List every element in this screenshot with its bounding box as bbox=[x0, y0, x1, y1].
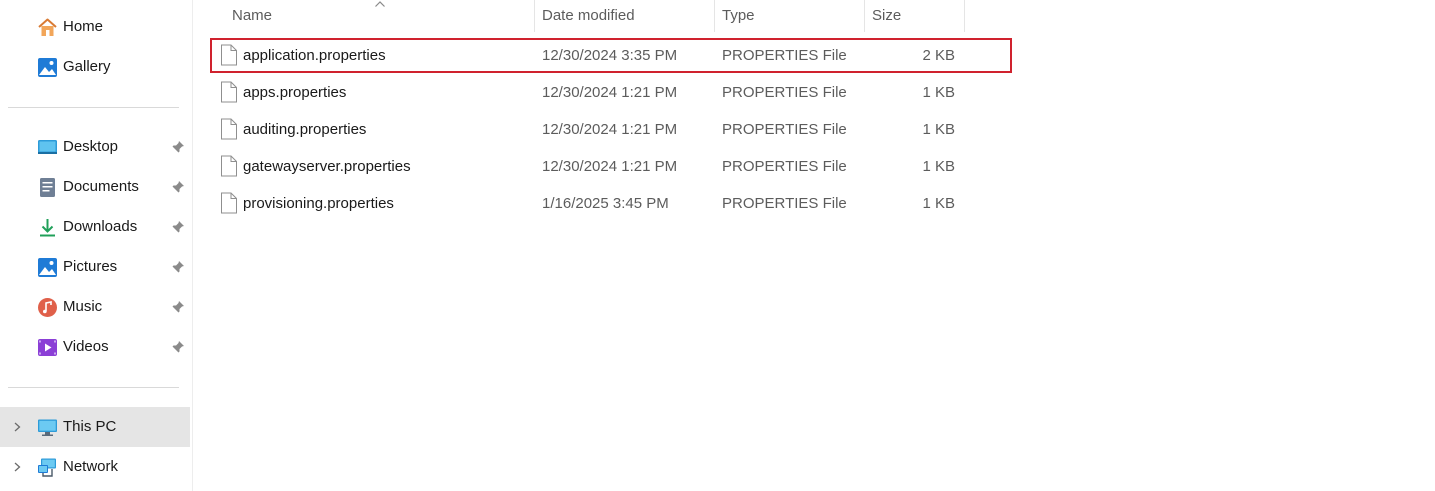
nav-label-home: Home bbox=[63, 18, 104, 35]
gallery-icon bbox=[37, 57, 58, 78]
file-size: 1 KB bbox=[922, 84, 955, 101]
file-explorer-window: Home Gallery Desktop Documents Downloads… bbox=[0, 0, 1435, 491]
file-size: 1 KB bbox=[922, 121, 955, 138]
nav-item-documents[interactable]: Documents bbox=[0, 167, 190, 207]
pin-icon[interactable] bbox=[171, 140, 185, 154]
column-divider[interactable] bbox=[714, 0, 715, 32]
column-divider[interactable] bbox=[964, 0, 965, 32]
file-row[interactable]: application.properties 12/30/2024 3:35 P… bbox=[210, 38, 1012, 73]
nav-label-network: Network bbox=[63, 458, 119, 475]
column-divider[interactable] bbox=[534, 0, 535, 32]
file-icon bbox=[220, 81, 238, 103]
this-pc-icon bbox=[37, 417, 58, 438]
nav-label-pictures: Pictures bbox=[63, 258, 118, 275]
nav-item-home[interactable]: Home bbox=[0, 7, 190, 47]
desktop-icon bbox=[37, 137, 58, 158]
file-type: PROPERTIES File bbox=[722, 121, 847, 138]
nav-item-network[interactable]: Network bbox=[0, 447, 190, 487]
nav-divider bbox=[8, 387, 179, 388]
nav-label-downloads: Downloads bbox=[63, 218, 138, 235]
nav-divider bbox=[8, 107, 179, 108]
file-size: 1 KB bbox=[922, 195, 955, 212]
nav-item-videos[interactable]: Videos bbox=[0, 327, 190, 367]
nav-item-gallery[interactable]: Gallery bbox=[0, 47, 190, 87]
file-type: PROPERTIES File bbox=[722, 195, 847, 212]
file-type: PROPERTIES File bbox=[722, 84, 847, 101]
chevron-right-icon[interactable] bbox=[10, 460, 24, 474]
pictures-icon bbox=[37, 257, 58, 278]
file-date-modified: 12/30/2024 1:21 PM bbox=[542, 121, 678, 138]
nav-item-desktop[interactable]: Desktop bbox=[0, 127, 190, 167]
column-header-size[interactable]: Size bbox=[872, 0, 962, 32]
nav-item-this-pc[interactable]: This PC bbox=[0, 407, 190, 447]
file-type: PROPERTIES File bbox=[722, 47, 847, 64]
file-date-modified: 12/30/2024 1:21 PM bbox=[542, 158, 678, 175]
column-header-date-modified[interactable]: Date modified bbox=[542, 0, 712, 32]
nav-label-this-pc: This PC bbox=[63, 418, 117, 435]
nav-label-music: Music bbox=[63, 298, 103, 315]
nav-label-documents: Documents bbox=[63, 178, 139, 195]
music-icon bbox=[37, 297, 58, 318]
file-type: PROPERTIES File bbox=[722, 158, 847, 175]
downloads-icon bbox=[37, 217, 58, 238]
file-size: 2 KB bbox=[922, 47, 955, 64]
file-name: provisioning.properties bbox=[243, 195, 394, 212]
file-date-modified: 1/16/2025 3:45 PM bbox=[542, 195, 669, 212]
file-row[interactable]: apps.properties 12/30/2024 1:21 PM PROPE… bbox=[210, 75, 1012, 110]
file-name: application.properties bbox=[243, 47, 386, 64]
column-divider[interactable] bbox=[864, 0, 865, 32]
column-header-name[interactable]: Name bbox=[232, 0, 532, 32]
videos-icon bbox=[37, 337, 58, 358]
file-row[interactable]: auditing.properties 12/30/2024 1:21 PM P… bbox=[210, 112, 1012, 147]
file-name: auditing.properties bbox=[243, 121, 367, 138]
chevron-right-icon[interactable] bbox=[10, 420, 24, 434]
nav-item-downloads[interactable]: Downloads bbox=[0, 207, 190, 247]
file-name: apps.properties bbox=[243, 84, 347, 101]
file-icon bbox=[220, 155, 238, 177]
file-row[interactable]: gatewayserver.properties 12/30/2024 1:21… bbox=[210, 149, 1012, 184]
file-date-modified: 12/30/2024 1:21 PM bbox=[542, 84, 678, 101]
column-header-type[interactable]: Type bbox=[722, 0, 862, 32]
file-row[interactable]: provisioning.properties 1/16/2025 3:45 P… bbox=[210, 186, 1012, 221]
nav-label-gallery: Gallery bbox=[63, 58, 111, 75]
nav-label-videos: Videos bbox=[63, 338, 109, 355]
nav-item-music[interactable]: Music bbox=[0, 287, 190, 327]
pin-icon[interactable] bbox=[171, 260, 185, 274]
file-list-pane: Name Date modified Type Size application… bbox=[193, 0, 1435, 491]
nav-item-pictures[interactable]: Pictures bbox=[0, 247, 190, 287]
file-icon bbox=[220, 192, 238, 214]
pin-icon[interactable] bbox=[171, 180, 185, 194]
file-size: 1 KB bbox=[922, 158, 955, 175]
file-icon bbox=[220, 44, 238, 66]
pin-icon[interactable] bbox=[171, 220, 185, 234]
pin-icon[interactable] bbox=[171, 340, 185, 354]
documents-icon bbox=[37, 177, 58, 198]
nav-label-desktop: Desktop bbox=[63, 138, 119, 155]
network-icon bbox=[37, 457, 58, 478]
file-icon bbox=[220, 118, 238, 140]
file-name: gatewayserver.properties bbox=[243, 158, 411, 175]
navigation-pane: Home Gallery Desktop Documents Downloads… bbox=[0, 0, 193, 491]
home-icon bbox=[37, 17, 58, 38]
file-date-modified: 12/30/2024 3:35 PM bbox=[542, 47, 678, 64]
pin-icon[interactable] bbox=[171, 300, 185, 314]
